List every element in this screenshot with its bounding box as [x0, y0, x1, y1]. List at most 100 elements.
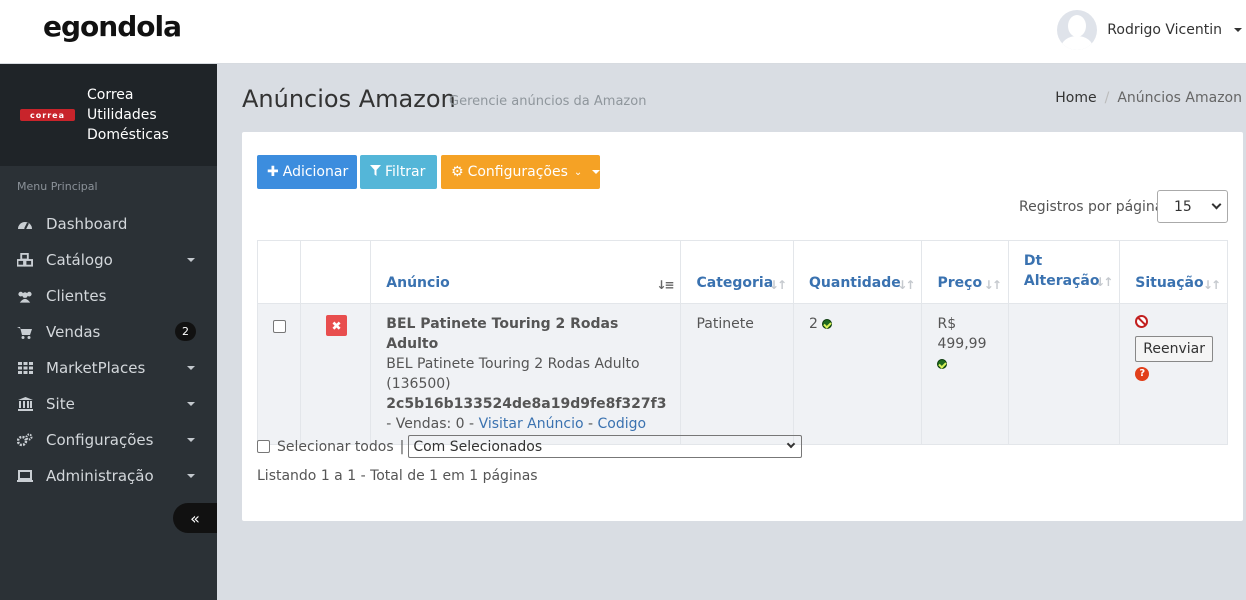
row-select-cell: [257, 303, 301, 445]
col-header-categoria[interactable]: Categoria ↓↑: [680, 240, 795, 304]
chevron-down-icon: ⌄: [573, 166, 583, 178]
row-actions-cell: ✖: [299, 303, 372, 445]
chevron-down-icon: [187, 402, 195, 406]
close-icon: ✖: [331, 318, 342, 333]
listing-summary: Listando 1 a 1 - Total de 1 em 1 páginas: [257, 468, 538, 484]
sidebar: correa Correa Utilidades Domésticas Menu…: [0, 64, 217, 600]
sidebar-item-label: Configurações: [46, 431, 154, 449]
sidebar-item-vendas[interactable]: Vendas 2: [0, 314, 217, 350]
users-icon: [17, 289, 33, 303]
chevron-down-icon: [1211, 199, 1222, 210]
cart-icon: [17, 325, 33, 339]
grid-icon: [17, 361, 33, 375]
top-bar: egondola Rodrigo Vicentin: [0, 0, 1246, 64]
avatar: [1057, 10, 1098, 50]
sidebar-item-label: MarketPlaces: [46, 359, 146, 377]
per-page-label: Registros por página: [1019, 199, 1164, 215]
sort-icon[interactable]: ↓↑: [769, 278, 787, 292]
select-all-checkbox[interactable]: [257, 440, 270, 453]
gear-icon: ⚙: [451, 164, 464, 180]
laptop-icon: [17, 469, 33, 483]
per-page-select[interactable]: 15: [1157, 190, 1228, 223]
app-logo[interactable]: egondola: [43, 10, 182, 43]
breadcrumb: Home / Anúncios Amazon: [1055, 90, 1242, 106]
col-header-situacao[interactable]: Situação ↓↑: [1119, 240, 1228, 304]
menu-title: Menu Principal: [17, 180, 98, 193]
config-dropdown-button[interactable]: ⚙ Configurações ⌄: [441, 155, 601, 189]
price-currency: R$: [937, 316, 957, 332]
sidebar-item-administracao[interactable]: Administração: [0, 458, 217, 494]
bulk-action-select[interactable]: Com Selecionados: [408, 435, 803, 458]
quantidade-cell: 2: [793, 303, 923, 445]
sort-icon[interactable]: ↓↑: [984, 278, 1002, 292]
sidebar-item-catalogo[interactable]: Catálogo: [0, 242, 217, 278]
help-icon[interactable]: ?: [1135, 367, 1150, 381]
check-ok-icon: [937, 359, 948, 369]
dashboard-icon: [17, 217, 33, 231]
user-menu[interactable]: Rodrigo Vicentin: [1057, 10, 1242, 50]
blocked-icon: [1135, 315, 1149, 328]
check-ok-icon: [822, 319, 833, 329]
brand-logo: correa: [20, 109, 75, 121]
vendas-count-badge: 2: [175, 322, 196, 341]
ad-meta: 2c5b16b133524de8a19d9fe8f327f3 - Vendas:…: [386, 394, 666, 434]
sidebar-item-label: Dashboard: [46, 215, 128, 233]
delete-button[interactable]: ✖: [326, 315, 347, 336]
sidebar-item-marketplaces[interactable]: MarketPlaces: [0, 350, 217, 386]
visit-ad-link[interactable]: Visitar Anúncio: [479, 416, 584, 432]
categoria-cell: Patinete: [680, 303, 795, 445]
breadcrumb-home[interactable]: Home: [1055, 90, 1096, 106]
chevron-down-icon: [187, 474, 195, 478]
bulk-action-value: Com Selecionados: [413, 438, 543, 455]
preco-cell: R$ 499,99: [921, 303, 1009, 445]
code-separator: -: [587, 416, 594, 432]
sidebar-item-label: Vendas: [46, 323, 101, 341]
config-button-label: Configurações: [467, 164, 568, 180]
col-header-quantidade[interactable]: Quantidade ↓↑: [793, 240, 923, 304]
sidebar-item-dashboard[interactable]: Dashboard: [0, 206, 217, 242]
caret-down-icon: [592, 170, 601, 174]
situacao-cell: Reenviar ?: [1119, 303, 1228, 445]
page-subtitle: Gerencie anúncios da Amazon: [449, 94, 647, 109]
col-header-anuncio[interactable]: Anúncio ↓≡: [370, 240, 682, 304]
chevron-down-icon: [1234, 28, 1242, 32]
ad-sales: - Vendas: 0 -: [386, 416, 475, 432]
sidebar-item-configuracoes[interactable]: Configurações: [0, 422, 217, 458]
sidebar-item-clientes[interactable]: Clientes: [0, 278, 217, 314]
filter-button-label: Filtrar: [385, 164, 426, 180]
chevron-down-icon: [187, 258, 195, 262]
plus-icon: ✚: [267, 164, 279, 180]
filter-button[interactable]: Filtrar: [360, 155, 437, 189]
user-name: Rodrigo Vicentin: [1107, 22, 1222, 38]
price-value: 499,99: [937, 336, 987, 352]
brand: correa Correa Utilidades Domésticas: [0, 64, 217, 166]
select-all-label: Selecionar todos: [277, 438, 394, 455]
code-link[interactable]: Codigo: [598, 416, 647, 432]
sort-icon[interactable]: ↓↑: [1095, 272, 1113, 292]
sidebar-item-label: Administração: [46, 467, 154, 485]
table-header-row: Anúncio ↓≡ Categoria ↓↑ Quantidade ↓↑ Preço…: [257, 240, 1228, 304]
sort-icon[interactable]: ↓↑: [1203, 278, 1221, 292]
chevron-down-icon: [787, 439, 796, 449]
breadcrumb-separator: /: [1104, 90, 1110, 106]
col-header-dt-alteracao[interactable]: Dt Alteração ↓↑: [1007, 240, 1121, 304]
sidebar-item-label: Clientes: [46, 287, 107, 305]
col-header-preco[interactable]: Preço ↓↑: [921, 240, 1009, 304]
gears-icon: [17, 433, 33, 447]
per-page-value: 15: [1174, 198, 1192, 215]
add-button-label: Adicionar: [282, 164, 349, 180]
ads-table: Anúncio ↓≡ Categoria ↓↑ Quantidade ↓↑ Preço…: [257, 240, 1228, 445]
col-header-select: [257, 240, 301, 304]
sort-desc-icon[interactable]: ↓≡: [656, 278, 674, 292]
bulk-separator: |: [399, 438, 405, 455]
ad-description: BEL Patinete Touring 2 Rodas Adulto (136…: [386, 356, 640, 392]
resend-button[interactable]: Reenviar: [1135, 336, 1213, 362]
bulk-actions: Selecionar todos | Com Selecionados: [257, 435, 803, 458]
sidebar-item-site[interactable]: Site: [0, 386, 217, 422]
add-button[interactable]: ✚ Adicionar: [257, 155, 357, 189]
ad-hash: 2c5b16b133524de8a19d9fe8f327f3: [386, 396, 667, 412]
dt-alteracao-cell: [1007, 303, 1121, 445]
row-checkbox[interactable]: [273, 320, 286, 333]
sidebar-collapse-button[interactable]: «: [173, 503, 217, 533]
sort-icon[interactable]: ↓↑: [897, 278, 915, 292]
